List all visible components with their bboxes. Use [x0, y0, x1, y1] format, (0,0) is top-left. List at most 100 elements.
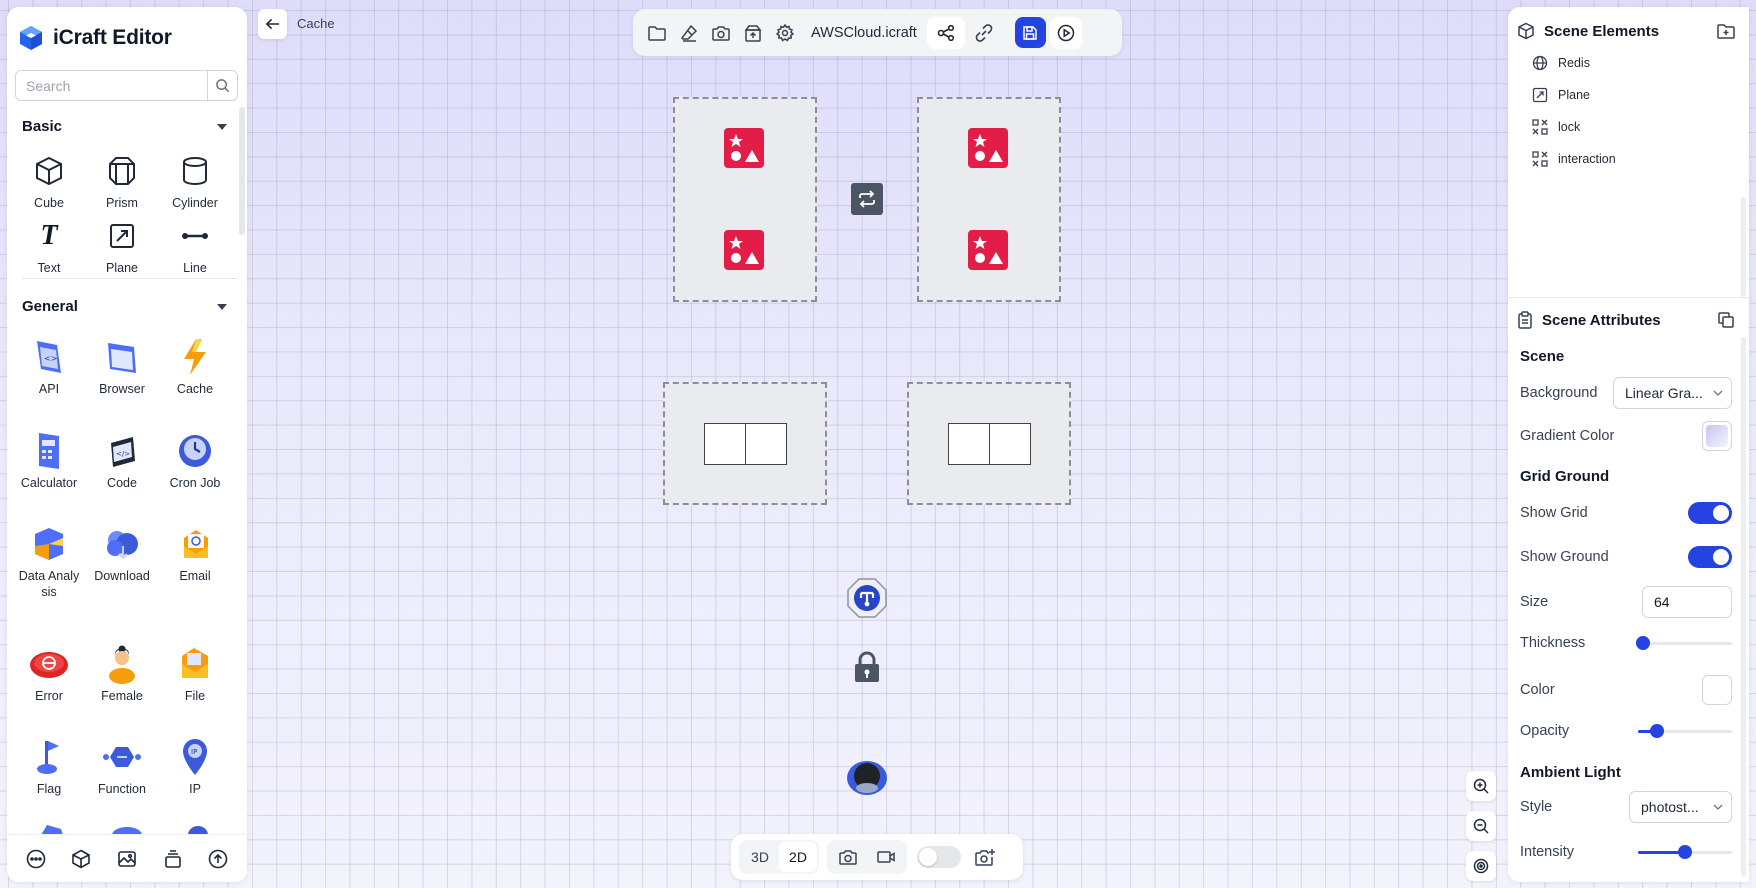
settings-button[interactable] — [769, 17, 801, 49]
scene-canvas[interactable] — [0, 0, 1756, 888]
redis-node-icon[interactable] — [724, 230, 764, 270]
redis-node-icon[interactable] — [724, 128, 764, 168]
grid-color-swatch[interactable] — [1702, 675, 1732, 705]
panel-scrollbar[interactable] — [239, 107, 245, 235]
left-panel-footer — [7, 834, 247, 882]
code-icon: </> — [111, 437, 135, 467]
zoom-in-icon — [1473, 778, 1489, 794]
tile-email[interactable]: Email — [159, 524, 231, 584]
sync-icon[interactable] — [851, 183, 883, 215]
plane-icon — [110, 224, 134, 248]
file-name: AWSCloud.icraft — [811, 24, 917, 41]
tile-cube[interactable]: Cube — [13, 151, 85, 211]
recenter-button[interactable] — [1466, 851, 1496, 881]
tile-plane[interactable]: Plane — [86, 216, 158, 276]
tile-prism[interactable]: Prism — [86, 151, 158, 211]
caret-down-icon — [217, 303, 227, 310]
tile-data-analysis[interactable]: Data Analy sis — [13, 524, 85, 600]
video-camera-button[interactable] — [867, 842, 905, 872]
load-balancer-icon[interactable] — [846, 577, 888, 619]
section-basic-header[interactable]: Basic — [22, 118, 227, 135]
tree-item-plane[interactable]: Plane — [1532, 87, 1590, 103]
models-button[interactable] — [67, 845, 95, 873]
lock-icon[interactable] — [851, 650, 883, 684]
share-button[interactable] — [926, 16, 965, 49]
tile-error[interactable]: Error — [13, 644, 85, 704]
upload-button[interactable] — [204, 845, 232, 873]
tile-browser[interactable]: Browser — [86, 337, 158, 397]
images-button[interactable] — [113, 845, 141, 873]
cache-rack[interactable] — [948, 423, 1031, 465]
opacity-slider[interactable] — [1638, 724, 1732, 738]
share-nodes-icon — [937, 24, 954, 41]
add-folder-button[interactable] — [1712, 17, 1740, 45]
section-general-header[interactable]: General — [22, 298, 227, 315]
tile-ip[interactable]: IP IP — [159, 737, 231, 797]
zoom-in-button[interactable] — [1466, 771, 1496, 801]
cache-rack[interactable] — [704, 423, 787, 465]
zoom-out-button[interactable] — [1466, 811, 1496, 841]
video-icon — [877, 851, 895, 863]
copy-attributes-button[interactable] — [1712, 306, 1740, 334]
photo-camera-button[interactable] — [829, 842, 867, 872]
search-button[interactable] — [207, 71, 237, 100]
text-icon: T — [40, 220, 58, 251]
tile-function[interactable]: Function — [86, 737, 158, 797]
view-2d-button[interactable]: 2D — [779, 842, 817, 872]
tile-api[interactable]: <> API — [13, 337, 85, 397]
attributes-scrollbar[interactable] — [1741, 337, 1746, 877]
tile-cylinder[interactable]: Cylinder — [159, 151, 231, 211]
tile-cache[interactable]: Cache — [159, 337, 231, 397]
bottom-toolbar: 3D 2D — [731, 834, 1023, 880]
redis-node-icon[interactable] — [968, 128, 1008, 168]
save-button[interactable] — [1014, 17, 1046, 48]
background-select[interactable]: Linear Gra... — [1613, 377, 1732, 409]
user-avatar-icon[interactable] — [846, 758, 888, 796]
tile-text[interactable]: T Text — [13, 216, 85, 276]
auto-rotate-toggle[interactable] — [917, 846, 961, 868]
tile-calculator[interactable]: Calculator — [13, 431, 85, 491]
size-input[interactable]: 64 — [1642, 586, 1732, 618]
field-label: Show Ground — [1520, 549, 1609, 565]
redis-node-icon[interactable] — [968, 230, 1008, 270]
more-button[interactable] — [22, 845, 50, 873]
templates-button[interactable] — [159, 845, 187, 873]
tile-code[interactable]: </> Code — [86, 431, 158, 491]
tree-item-redis[interactable]: Redis — [1532, 55, 1590, 71]
section-scene: Scene — [1520, 348, 1565, 365]
tile-label: API — [38, 382, 60, 396]
screenshot-button[interactable] — [705, 17, 737, 49]
tile-download[interactable]: Download — [86, 524, 158, 584]
tile-label: Cube — [34, 196, 64, 210]
file-icon — [182, 648, 208, 678]
show-grid-toggle[interactable] — [1688, 502, 1732, 524]
show-ground-toggle[interactable] — [1688, 546, 1732, 568]
snapshot-button[interactable] — [971, 843, 999, 871]
elements-scrollbar[interactable] — [1741, 197, 1746, 297]
tree-item-interaction[interactable]: interaction — [1532, 151, 1616, 167]
link-button[interactable] — [965, 17, 1003, 49]
tile-female[interactable]: Female — [86, 644, 158, 704]
tile-cron-job[interactable]: Cron Job — [159, 431, 231, 491]
gradient-color-swatch[interactable] — [1702, 421, 1732, 451]
search-input[interactable] — [16, 71, 207, 100]
clear-button[interactable] — [673, 17, 705, 49]
tile-line[interactable]: Line — [159, 216, 231, 276]
back-button[interactable] — [258, 9, 287, 39]
tile-label: Prism — [106, 196, 138, 210]
thickness-row: Thickness — [1520, 635, 1732, 651]
light-style-select[interactable]: photost... — [1629, 791, 1732, 823]
tree-item-lock[interactable]: lock — [1532, 119, 1580, 135]
tile-flag[interactable]: Flag — [13, 737, 85, 797]
calculator-icon — [39, 433, 59, 469]
thickness-slider[interactable] — [1635, 636, 1732, 650]
view-3d-button[interactable]: 3D — [741, 842, 779, 872]
tile-file[interactable]: File — [159, 644, 231, 704]
play-button[interactable] — [1049, 16, 1082, 49]
export-button[interactable] — [737, 17, 769, 49]
chevron-down-icon — [1713, 804, 1723, 810]
background-row: Background Linear Gra... — [1520, 377, 1732, 409]
intensity-slider[interactable] — [1638, 845, 1732, 859]
open-file-button[interactable] — [641, 17, 673, 49]
tile-label: Download — [94, 569, 150, 583]
